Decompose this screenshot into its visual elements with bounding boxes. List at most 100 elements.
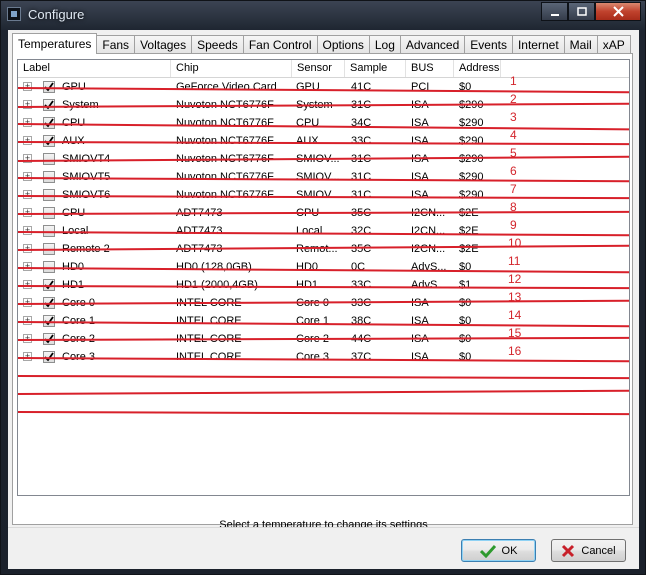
maximize-button[interactable] (568, 2, 595, 21)
caption-buttons (541, 2, 641, 21)
column-header-bus[interactable]: BUS (406, 60, 454, 77)
maximize-icon (576, 6, 587, 16)
annotation-number: 6 (510, 164, 517, 178)
app-icon[interactable] (7, 7, 21, 21)
cell-sample: 38C (351, 315, 372, 327)
tab-fan-control[interactable]: Fan Control (242, 35, 318, 54)
column-header-sample[interactable]: Sample (345, 60, 406, 77)
annotation-number: 10 (508, 236, 522, 250)
cell-address: $290 (459, 117, 484, 129)
tab-mail[interactable]: Mail (563, 35, 598, 54)
tab-advanced[interactable]: Advanced (399, 35, 466, 54)
annotation-number: 7 (510, 182, 517, 196)
cell-bus: ISA (411, 315, 429, 327)
title-bar[interactable]: Configure (1, 1, 646, 29)
cancel-button-label: Cancel (581, 544, 616, 557)
dialog-client: Temperatures Fans Voltages Speeds Fan Contro… (8, 30, 639, 569)
annotation-number: 1 (510, 74, 517, 88)
cell-chip: GeForce Video Card (176, 81, 277, 93)
annotation-line (18, 411, 629, 416)
minimize-button[interactable] (541, 2, 568, 21)
annotation-number: 11 (508, 254, 521, 268)
temperatures-panel: LabelChipSensorSampleBUSAddress +GPUGeFo… (12, 53, 633, 531)
tab-fans[interactable]: Fans (96, 35, 136, 54)
configure-window: Configure Temperatures Fans Voltages Speeds… (0, 0, 646, 575)
list-header: Label Chip Sensor Sample BUS Address (18, 60, 629, 78)
cell-bus: ISA (411, 189, 429, 201)
cell-sensor: CPU (296, 117, 320, 129)
cell-sample: 32C (351, 225, 372, 237)
cell-sensor: Local (296, 225, 323, 237)
column-header-sensor[interactable]: Sensor (292, 60, 345, 77)
cell-address: $2E (459, 243, 479, 255)
cell-bus: ISA (411, 297, 429, 309)
cell-bus: AdvS... (411, 261, 447, 273)
cell-chip: HD0 (128,0GB) (176, 261, 252, 273)
cell-address: $290 (459, 171, 484, 183)
tab-log[interactable]: Log (368, 35, 401, 54)
cell-address: $2E (459, 225, 479, 237)
annotation-number: 14 (508, 308, 522, 322)
cell-bus: ISA (411, 135, 429, 147)
annotation-number: 12 (508, 272, 522, 286)
cell-sample: 41C (351, 81, 372, 93)
annotation-line (18, 389, 629, 395)
tab-voltages[interactable]: Voltages (134, 35, 193, 54)
cell-address: $1 (459, 279, 472, 291)
close-icon (612, 6, 624, 17)
cell-chip: INTEL CORE (176, 315, 242, 327)
annotation-number: 9 (510, 218, 517, 232)
cell-bus: PCI (411, 81, 430, 93)
annotation-number: 4 (510, 128, 517, 142)
x-icon (562, 544, 575, 557)
column-header-chip[interactable]: Chip (171, 60, 292, 77)
cell-chip: Nuvoton NCT6776F (176, 117, 274, 129)
cell-sensor: Core 3 (296, 351, 330, 363)
cell-sensor: SMIOV... (296, 171, 340, 183)
tab-strip: Temperatures Fans Voltages Speeds Fan Contro… (12, 33, 631, 54)
annotation-number: 16 (508, 344, 522, 358)
cell-bus: I2CN... (411, 225, 446, 237)
cell-bus: I2CN... (411, 243, 446, 255)
cell-address: $0 (459, 297, 472, 309)
minimize-icon (550, 13, 559, 16)
cell-bus: ISA (411, 117, 429, 129)
close-button[interactable] (595, 2, 641, 21)
cell-sample: 31C (351, 189, 372, 201)
cell-sample: 33C (351, 279, 372, 291)
cancel-button[interactable]: Cancel (551, 539, 626, 562)
column-header-address[interactable]: Address (454, 60, 501, 77)
annotation-line (18, 375, 629, 380)
cell-sensor: HD0 (296, 261, 319, 273)
tab-events[interactable]: Events (464, 35, 513, 54)
cell-sample: 0C (351, 261, 366, 273)
tab-speeds[interactable]: Speeds (191, 35, 244, 54)
cell-sample: 33C (351, 135, 372, 147)
tab-options[interactable]: Options (316, 35, 370, 54)
cell-sensor: Core 1 (296, 315, 330, 327)
column-header-label[interactable]: Label (18, 60, 171, 77)
tab-internet[interactable]: Internet (511, 35, 565, 54)
cell-address: $0 (459, 81, 472, 93)
window-title: Configure (28, 7, 85, 22)
cell-sample: 35C (351, 243, 372, 255)
cell-bus: ISA (411, 351, 429, 363)
cell-address: $290 (459, 189, 484, 201)
ok-button-label: OK (501, 544, 518, 557)
temperature-list[interactable]: LabelChipSensorSampleBUSAddress +GPUGeFo… (17, 59, 630, 496)
dialog-footer: OK Cancel (8, 527, 639, 569)
tab-xap[interactable]: xAP (596, 35, 631, 54)
cell-address: $290 (459, 153, 484, 165)
cell-sample: 31C (351, 171, 372, 183)
check-icon (479, 544, 496, 558)
cell-sample: 34C (351, 117, 372, 129)
cell-address: $0 (459, 315, 472, 327)
cell-bus: ISA (411, 171, 429, 183)
cell-address: $0 (459, 351, 472, 363)
ok-button[interactable]: OK (461, 539, 536, 562)
cell-address: $290 (459, 135, 484, 147)
annotation-number: 3 (510, 110, 517, 124)
cell-bus: AdvS... (411, 279, 447, 291)
cell-sample: 37C (351, 351, 372, 363)
tab-temperatures[interactable]: Temperatures (12, 33, 98, 54)
